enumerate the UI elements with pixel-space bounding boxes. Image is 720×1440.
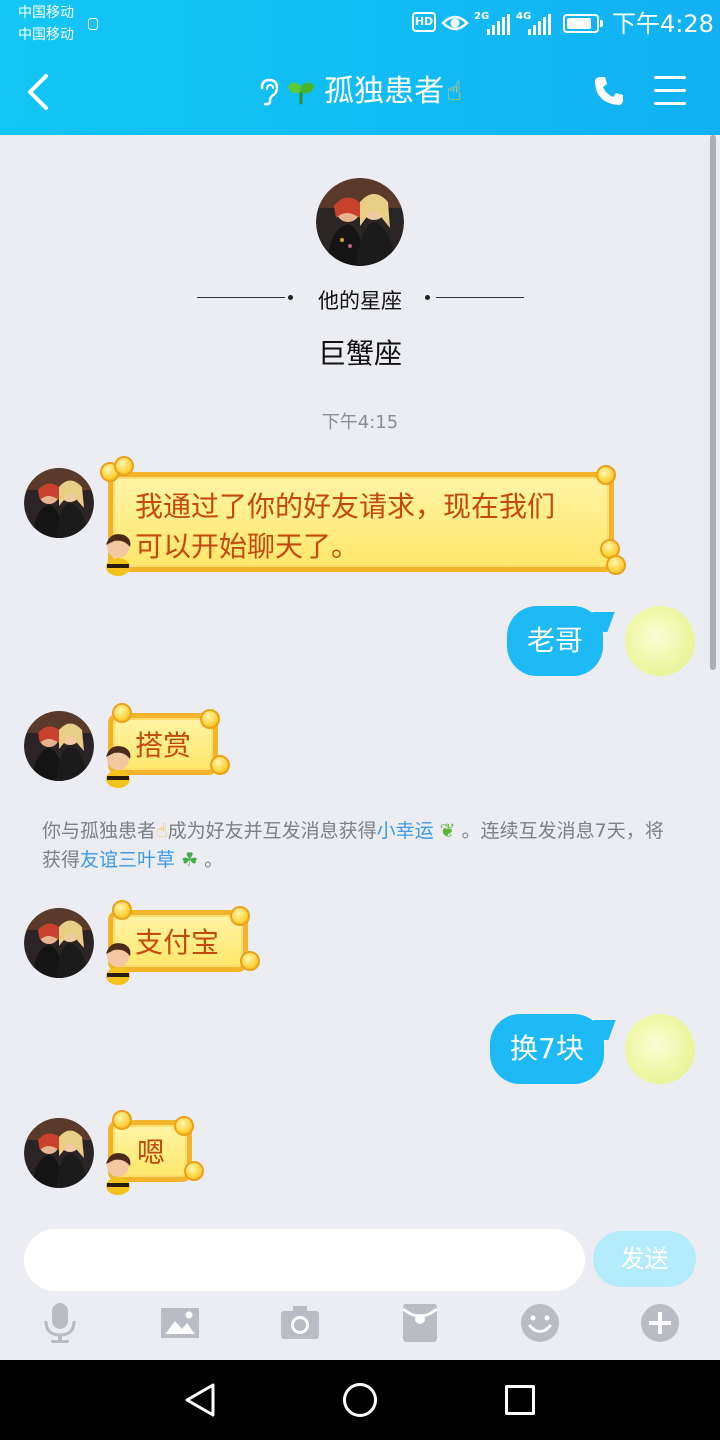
nav-recents-button[interactable]	[505, 1385, 535, 1415]
red-packet-icon[interactable]	[398, 1301, 442, 1345]
message-text: 可以开始聊天了。	[135, 530, 360, 563]
zodiac-value: 巨蟹座	[317, 337, 402, 370]
eye-icon	[441, 15, 469, 31]
honeycomb-decoration	[112, 1110, 132, 1130]
message-timestamp: 下午4:15	[321, 412, 399, 433]
divider-right	[436, 297, 524, 298]
system-text: 成为好友并互发消息获得	[167, 820, 377, 842]
my-message-bubble[interactable]: 老哥	[507, 606, 604, 676]
emoji-icon[interactable]	[518, 1301, 562, 1345]
message-text: 老哥	[527, 624, 584, 657]
system-navigation-bar	[0, 1360, 720, 1440]
chat-header: 孤独患者 ☝	[0, 48, 720, 135]
friend-profile-avatar[interactable]	[316, 178, 404, 266]
bee-character-icon	[106, 1153, 131, 1195]
menu-button[interactable]	[654, 76, 688, 106]
honeycomb-decoration	[210, 755, 230, 775]
zodiac-label: 他的星座	[318, 289, 402, 313]
clover-icon: ☘	[175, 849, 199, 871]
friend-avatar[interactable]	[24, 468, 94, 538]
honeycomb-decoration	[596, 465, 616, 485]
message-input[interactable]	[24, 1229, 585, 1291]
signal-icon-1	[487, 14, 510, 35]
honeycomb-decoration	[174, 1116, 194, 1136]
pointing-finger-icon: ☝	[446, 76, 462, 107]
honeycomb-decoration	[240, 951, 260, 971]
honeycomb-decoration	[112, 703, 132, 723]
message-text: 支付宝	[135, 926, 220, 959]
bee-character-icon	[106, 534, 131, 576]
my-message-bubble[interactable]: 换7块	[490, 1014, 604, 1084]
bee-character-icon	[106, 943, 131, 985]
status-time: 下午4:28	[612, 10, 714, 38]
message-text: 我通过了你的好友请求，现在我们	[135, 490, 556, 523]
my-avatar[interactable]	[625, 1014, 695, 1084]
honeycomb-decoration	[114, 456, 134, 476]
system-text: 。	[198, 849, 224, 871]
send-button[interactable]: 发送	[593, 1231, 696, 1287]
notification-icon	[88, 18, 98, 30]
divider-dot-right	[425, 295, 430, 300]
honeycomb-decoration	[112, 900, 132, 920]
friend-avatar[interactable]	[24, 711, 94, 781]
ear-icon	[260, 78, 279, 105]
plus-icon[interactable]	[638, 1301, 682, 1345]
link-little-luck[interactable]: 小幸运	[377, 820, 434, 842]
microphone-icon[interactable]	[38, 1301, 82, 1345]
honeycomb-decoration	[606, 555, 626, 575]
camera-icon[interactable]	[278, 1301, 322, 1345]
carrier-label-1: 中国移动	[18, 5, 74, 21]
battery-level	[567, 18, 591, 29]
message-text: 搭赏	[135, 729, 192, 762]
sprout-icon: ❦	[433, 820, 456, 842]
friend-avatar[interactable]	[24, 1118, 94, 1188]
system-notice: 你与孤独患者☝成为好友并互发消息获得小幸运 ❦ 。连续互发消息7天，将获得友谊三…	[42, 817, 682, 875]
carrier-label-2: 中国移动	[18, 27, 74, 43]
honeycomb-decoration	[230, 906, 250, 926]
chat-area[interactable]: 他的星座 巨蟹座 下午4:15 我通过了你的好友请求，现在我们 可以开始聊天了。…	[0, 135, 720, 1225]
link-friendship-clover[interactable]: 友谊三叶草	[80, 849, 175, 871]
battery-icon	[563, 14, 603, 33]
message-text: 换7块	[510, 1032, 584, 1065]
system-text: 你与孤独患者	[42, 820, 157, 842]
chat-title: 孤独患者	[324, 73, 445, 109]
composer: 发送	[0, 1225, 720, 1360]
friend-avatar[interactable]	[24, 908, 94, 978]
nav-back-button[interactable]	[183, 1382, 217, 1418]
signal-icon-2	[528, 14, 551, 35]
my-avatar[interactable]	[625, 606, 695, 676]
image-icon[interactable]	[158, 1301, 202, 1345]
nav-home-button[interactable]	[343, 1383, 377, 1417]
message-bubble[interactable]: 我通过了你的好友请求，现在我们 可以开始聊天了。	[108, 472, 614, 572]
pointing-finger-icon: ☝	[156, 820, 168, 842]
back-button[interactable]	[20, 72, 56, 112]
honeycomb-decoration	[184, 1161, 204, 1181]
scrollbar[interactable]	[710, 135, 716, 670]
message-text: 嗯	[137, 1136, 166, 1169]
sprout-icon	[288, 82, 314, 104]
honeycomb-decoration	[200, 709, 220, 729]
status-bar: 中国移动 中国移动 HD 2G 4G 下午4:28	[0, 0, 720, 48]
hd-badge: HD	[412, 12, 436, 32]
phone-call-button[interactable]	[592, 74, 626, 108]
bee-character-icon	[106, 746, 131, 788]
